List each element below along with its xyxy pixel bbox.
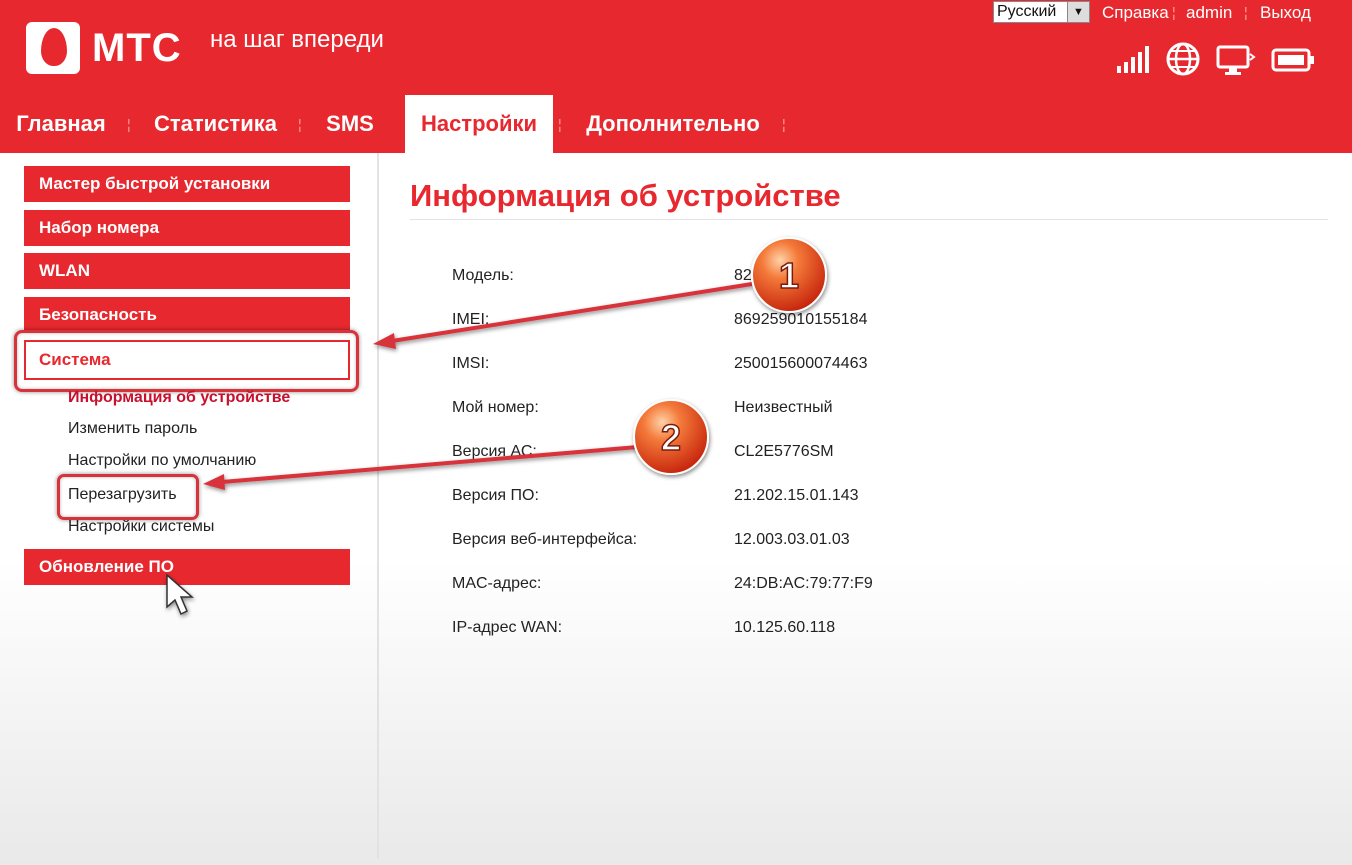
help-link[interactable]: Справка [1102,3,1169,23]
mts-logo-icon [26,22,80,74]
display-icon [1216,45,1256,75]
info-value-imsi: 250015600074463 [734,355,868,372]
info-value-model: 82 [734,267,752,284]
sidebar-item-firmware-update[interactable]: Обновление ПО [24,549,350,585]
step-badge-1-label: 1 [779,255,799,296]
submenu-change-password[interactable]: Изменить пароль [68,420,197,438]
arrow-1 [373,282,753,349]
arrow-2 [203,445,639,490]
submenu-system-settings[interactable]: Настройки системы [68,518,214,536]
tab-home[interactable]: Главная [0,95,122,153]
info-label-wan-ip: IP-адрес WAN: [452,619,563,636]
column-divider [377,153,379,859]
info-value-web-version: 12.003.03.01.03 [734,531,850,548]
sidebar-item-wlan[interactable]: WLAN [24,253,350,289]
info-value-sw-version: 21.202.15.01.143 [734,487,859,504]
info-value-wan-ip: 10.125.60.118 [734,619,836,636]
info-label-sw-version: Версия ПО: [452,487,539,504]
sidebar-item-quick-setup[interactable]: Мастер быстрой установки [24,166,350,202]
submenu-device-info[interactable]: Информация об устройстве [68,389,290,407]
top-separator: ¦ [1244,4,1248,20]
info-label-imei: IMEI: [452,311,490,328]
nav-separator: ¦ [127,116,131,132]
tab-statistics[interactable]: Статистика [138,95,293,153]
language-select[interactable]: Русский ▼ [993,1,1090,23]
info-label-my-number: Мой номер: [452,399,539,416]
language-value: Русский [997,3,1057,20]
logo-text: МТС [92,26,182,70]
info-label-ac-version: Версия АС: [452,443,537,460]
nav-separator: ¦ [298,116,302,132]
info-label-web-version: Версия веб-интерфейса: [452,531,638,548]
highlight-frame-reboot [57,474,199,520]
submenu-defaults[interactable]: Настройки по умолчанию [68,452,256,470]
logout-link[interactable]: Выход [1260,3,1311,23]
page-title: Информация об устройстве [410,178,841,213]
slogan: на шаг впереди [210,26,384,53]
user-link[interactable]: admin [1186,3,1232,23]
info-value-my-number: Неизвестный [734,399,833,416]
sidebar-item-dial[interactable]: Набор номера [24,210,350,246]
info-label-mac: MAC-адрес: [452,575,542,592]
top-separator: ¦ [1172,4,1176,20]
battery-icon [1271,48,1314,72]
tab-sms[interactable]: SMS [310,95,390,153]
tab-additional[interactable]: Дополнительно [568,95,778,153]
highlight-frame-system [14,330,359,392]
sidebar-item-security[interactable]: Безопасность [24,297,350,333]
signal-icon [1117,46,1149,73]
nav-separator: ¦ [782,116,786,132]
info-value-mac: 24:DB:AC:79:77:F9 [734,575,873,592]
info-value-imei: 869259010155184 [734,311,868,328]
globe-icon [1166,42,1200,76]
info-label-model: Модель: [452,267,514,284]
step-badge-2: 2 [633,399,709,475]
info-value-ac-version: CL2E5776SM [734,443,834,460]
tab-settings[interactable]: Настройки [405,95,553,153]
nav-separator: ¦ [558,116,562,132]
step-badge-1: 1 [751,237,827,313]
main-nav: Главная ¦ Статистика ¦ SMS Настройки ¦ Д… [0,95,1352,153]
title-rule [410,219,1328,220]
info-label-imsi: IMSI: [452,355,490,372]
chevron-down-icon[interactable]: ▼ [1067,2,1089,22]
step-badge-2-label: 2 [661,417,681,458]
